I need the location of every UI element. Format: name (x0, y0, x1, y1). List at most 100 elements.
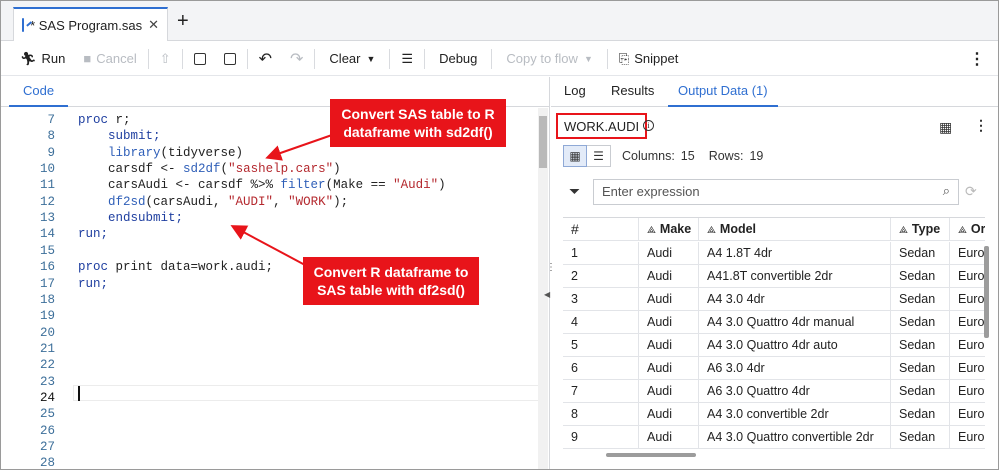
table-row[interactable]: 3 Audi A4 3.0 4dr Sedan Euro (563, 288, 985, 311)
output-pane: Log Results Output Data (1) WORK.AUDI i … (551, 77, 998, 469)
save-as-button[interactable] (215, 42, 245, 76)
table-row[interactable]: 9 Audi A4 3.0 Quattro convertible 2dr Sedan… (563, 426, 985, 449)
toolbar-divider (606, 48, 608, 69)
table-cell: A4 3.0 Quattro convertible 2dr (698, 426, 890, 449)
redo-button[interactable]: ↷ (281, 42, 312, 76)
save-button[interactable] (185, 42, 215, 76)
table-header-row: #⟁Make⟁Model⟁Type⟁Orig (563, 218, 985, 241)
arrow-to-sd2df (265, 134, 333, 161)
column-header[interactable]: # (563, 218, 638, 241)
main-panes: Code 7 proc r; 8 submit; 9 library(tidyvers… (1, 77, 998, 469)
table-cell: A6 3.0 4dr (698, 357, 890, 380)
table-cell: 6 (571, 361, 578, 375)
table-row[interactable]: 2 Audi A41.8T convertible 2dr Sedan Euro (563, 265, 985, 288)
table-cell: Audi (638, 311, 698, 334)
table-cell: Euro (949, 265, 985, 288)
table-cell: A4 3.0 Quattro 4dr auto (698, 334, 890, 357)
new-tab-button[interactable]: + (177, 11, 189, 31)
upload-icon: ⇧ (159, 50, 171, 66)
debug-button[interactable]: Debug (427, 42, 489, 76)
snippet-icon: ⎘ (618, 50, 630, 66)
table-cell: Audi (638, 288, 698, 311)
toolbar-divider (389, 48, 391, 69)
column-header[interactable]: ⟁ Type (890, 218, 949, 241)
table-cell: A4 3.0 convertible 2dr (698, 403, 890, 426)
upload-button[interactable]: ⇧ (151, 42, 180, 76)
table-cell: Audi (638, 334, 698, 357)
save-as-icon (223, 52, 236, 65)
undo-button[interactable]: ↶ (250, 42, 281, 76)
table-row[interactable]: 6 Audi A6 3.0 4dr Sedan Euro (563, 357, 985, 380)
character-column-icon: ⟁ (707, 225, 716, 236)
collapse-left-icon[interactable]: ◀ (544, 290, 550, 299)
column-header[interactable]: ⟁ Make (638, 218, 698, 241)
toolbar-divider (424, 48, 426, 69)
grid-horizontal-scrollbar[interactable] (606, 453, 696, 457)
format-code-button[interactable]: ☰ (392, 42, 422, 76)
character-column-icon: ⟁ (647, 225, 656, 236)
toolbar-divider (491, 48, 493, 69)
tab-title: * SAS Program.sas (30, 17, 143, 33)
info-icon[interactable]: i (643, 120, 654, 131)
filter-expression-input[interactable]: Enter expression ⌕ (593, 179, 959, 205)
table-cell: Audi (638, 426, 698, 449)
table-cell: Euro (949, 242, 985, 265)
tab-bar: * SAS Program.sas ✕ + (1, 1, 998, 41)
more-options-icon[interactable]: ⋮ (974, 117, 988, 134)
table-cell: Euro (949, 288, 985, 311)
format-icon: ☰ (401, 50, 414, 66)
table-cell: Sedan (890, 265, 949, 288)
column-header[interactable]: ⟁ Model (698, 218, 890, 241)
tab-sas-program[interactable]: * SAS Program.sas ✕ (13, 7, 168, 41)
table-cell: 7 (571, 384, 578, 398)
list-view-icon[interactable]: ☰ (587, 145, 611, 167)
stop-icon: ■ (83, 51, 92, 66)
clear-dropdown[interactable]: Clear ▼ (317, 42, 387, 76)
table-row[interactable]: 7 Audi A6 3.0 Quattro 4dr Sedan Euro (563, 380, 985, 403)
copy-to-flow-dropdown[interactable]: Copy to flow ▼ (494, 42, 604, 76)
search-icon[interactable]: ⌕ (943, 183, 950, 199)
table-cell: Euro (949, 380, 985, 403)
toolbar-divider (181, 48, 183, 69)
close-icon[interactable]: ✕ (148, 17, 159, 33)
more-options-icon[interactable]: ⋮ (960, 42, 994, 76)
table-cell: A6 3.0 Quattro 4dr (698, 380, 890, 403)
table-cell: Sedan (890, 311, 949, 334)
table-cell: 1 (571, 246, 578, 260)
view-options: ▦ ☰ Columns: 15 Rows: 19 (563, 145, 763, 167)
snippet-button[interactable]: ⎘ Snippet (610, 42, 688, 76)
character-column-icon: ⟁ (958, 225, 967, 236)
table-cell: Sedan (890, 380, 949, 403)
table-cell: Sedan (890, 242, 949, 265)
code-pane: Code 7 proc r; 8 submit; 9 library(tidyvers… (1, 77, 556, 469)
arrow-to-df2sd (230, 225, 306, 266)
tab-log[interactable]: Log (564, 77, 586, 107)
table-cell: Audi (638, 357, 698, 380)
table-cell: 9 (571, 430, 578, 444)
table-cell: 3 (571, 292, 578, 306)
character-column-icon: ⟁ (899, 225, 908, 236)
table-row[interactable]: 1 Audi A4 1.8T 4dr Sedan Euro (563, 242, 985, 265)
data-grid: #⟁Make⟁Model⟁Type⟁Orig1AudiA4 1.8T 4drSe… (563, 217, 985, 457)
annotation-arrows (230, 134, 333, 266)
run-icon: 🏃︎ (20, 50, 37, 66)
table-cell: Euro (949, 426, 985, 449)
table-row[interactable]: 5 Audi A4 3.0 Quattro 4dr auto Sedan Euro (563, 334, 985, 357)
chevron-down-icon: ▼ (366, 53, 376, 64)
tab-output-data[interactable]: Output Data (1) (668, 77, 778, 107)
cancel-button[interactable]: ■ Cancel (74, 42, 145, 76)
table-cell: Euro (949, 357, 985, 380)
table-cell: Audi (638, 380, 698, 403)
table-cell: Sedan (890, 334, 949, 357)
table-row[interactable]: 8 Audi A4 3.0 convertible 2dr Sedan Euro (563, 403, 985, 426)
column-header[interactable]: ⟁Orig (949, 218, 985, 241)
grid-vertical-scrollbar[interactable] (984, 246, 989, 338)
grid-view-icon[interactable]: ▦ (563, 145, 587, 167)
filter-row: ⏷ Enter expression ⌕ ⟳ (563, 179, 993, 205)
history-icon[interactable]: ⟳ (965, 183, 977, 200)
tab-results[interactable]: Results (611, 77, 654, 107)
run-button[interactable]: 🏃︎ Run (11, 42, 74, 76)
redo-icon: ↷ (290, 50, 304, 68)
column-layout-icon[interactable]: ▦ (939, 119, 952, 136)
table-row[interactable]: 4 Audi A4 3.0 Quattro 4dr manual Sedan Euro (563, 311, 985, 334)
